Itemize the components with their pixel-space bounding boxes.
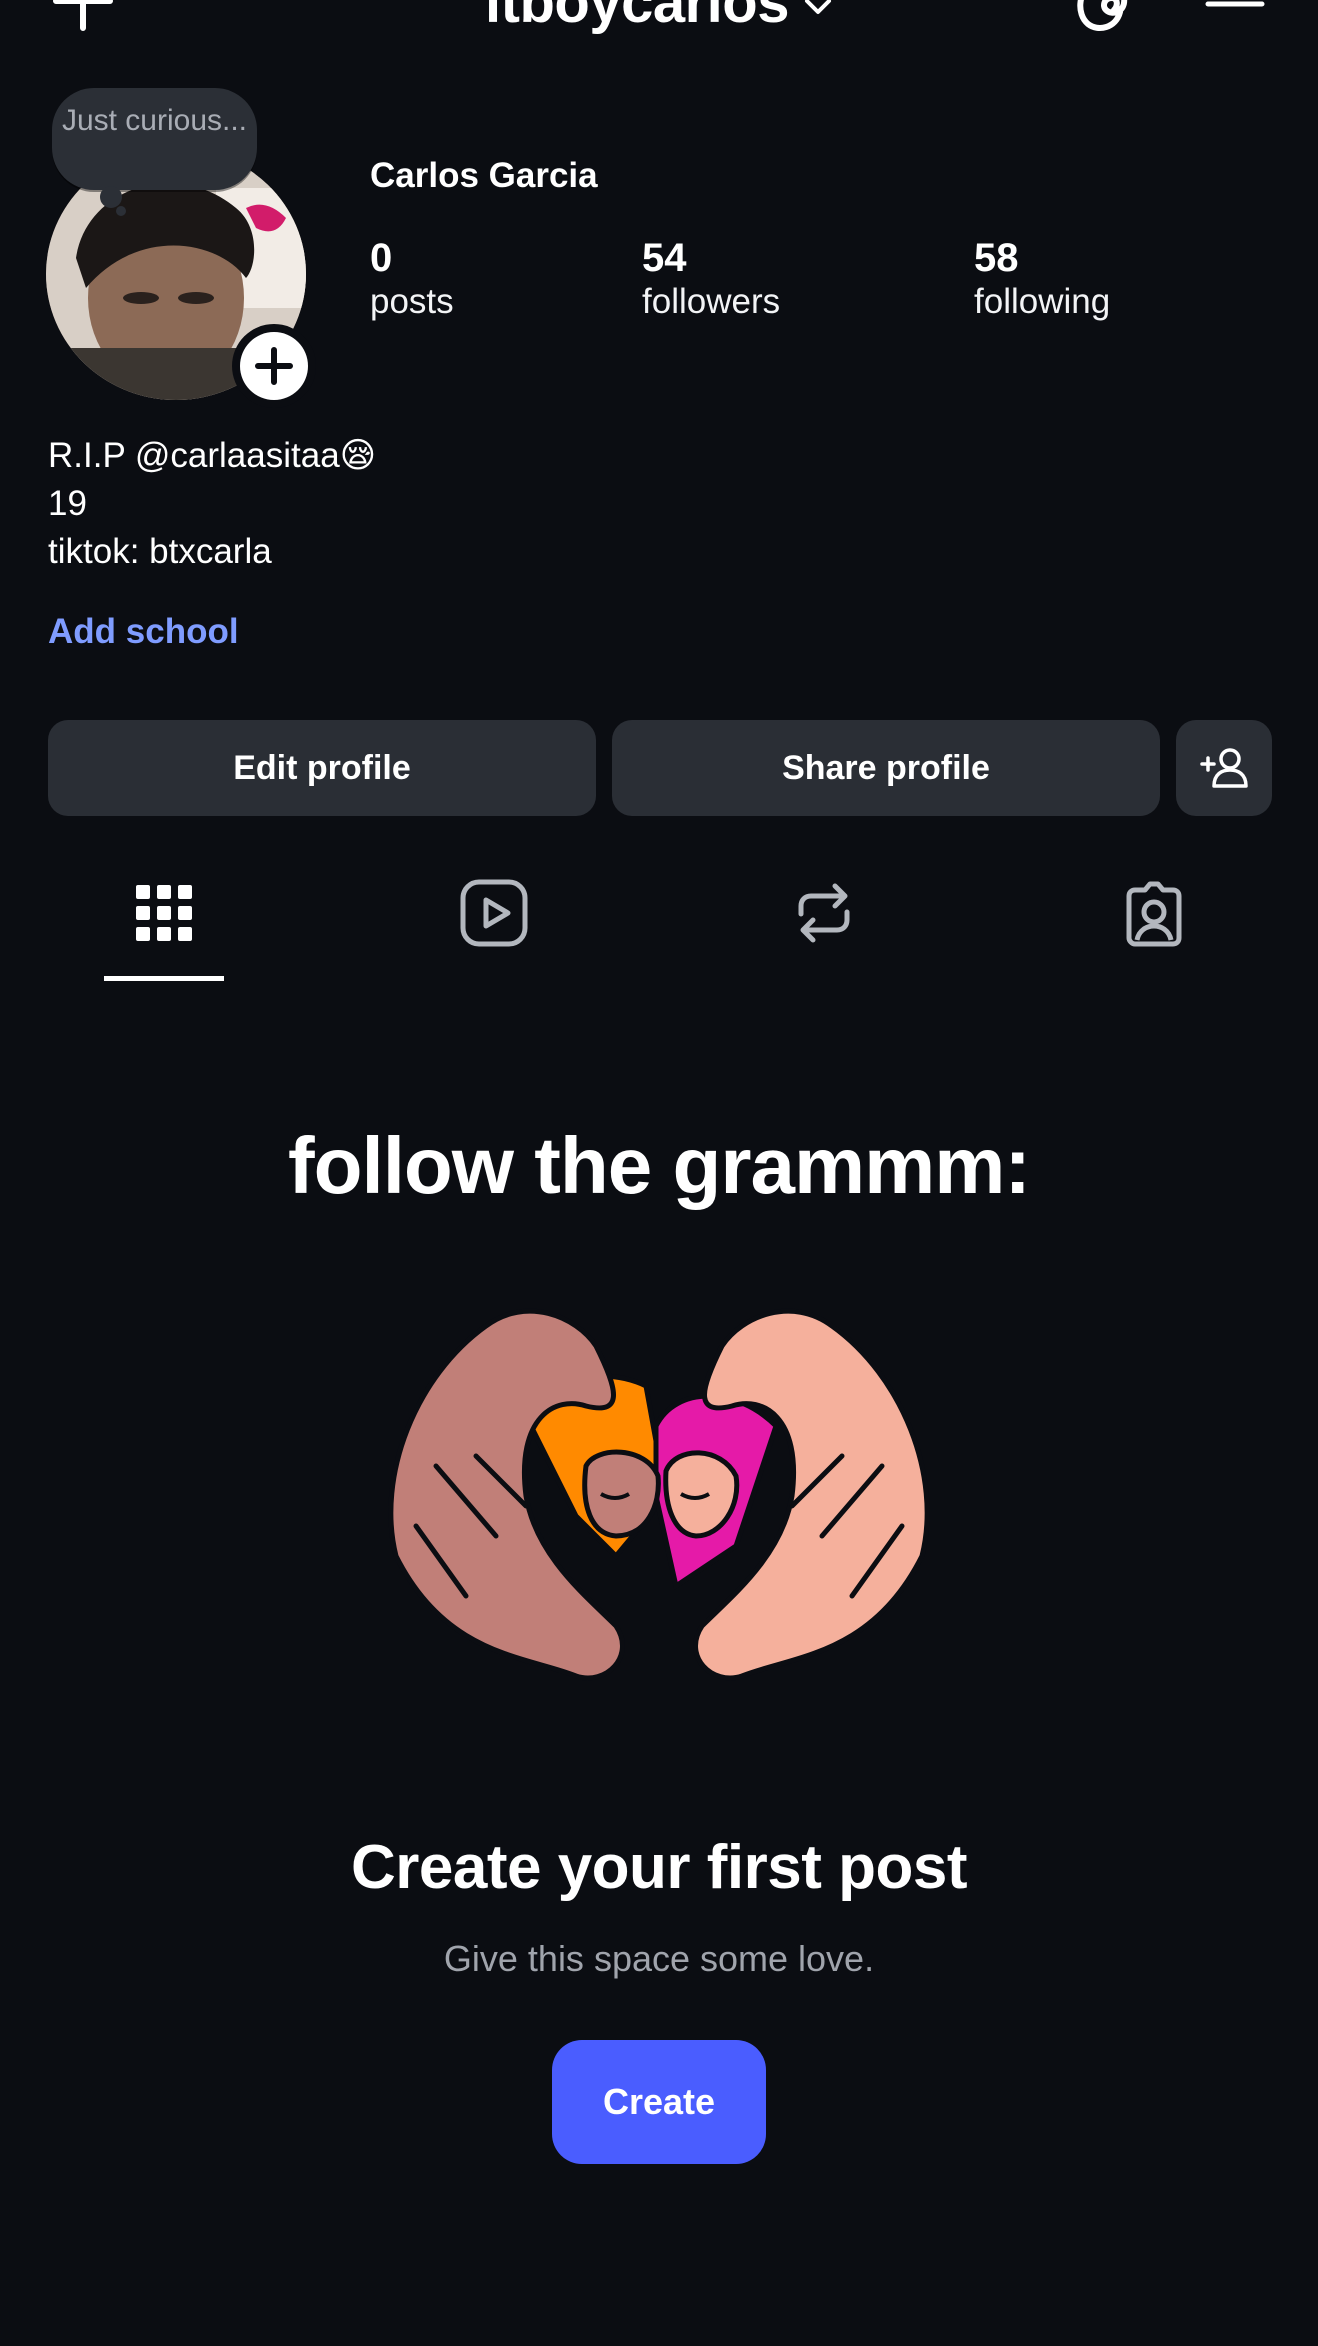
- stat-label: following: [974, 282, 1111, 321]
- empty-state-subtitle: Give this space some love.: [443, 1938, 875, 1979]
- profile-page: itboycarlos Just curious... Carlos Garci…: [0, 0, 1318, 2346]
- bio-line: 19: [48, 484, 87, 523]
- reels-icon[interactable]: [459, 878, 529, 948]
- note-text: Just curious...: [61, 104, 248, 137]
- stat-value: 54: [642, 236, 687, 280]
- empty-state-banner: follow the grammm:: [287, 1121, 1031, 1210]
- top-bar: itboycarlos: [0, 0, 1318, 60]
- add-story-button[interactable]: [232, 324, 316, 408]
- stat-value: 58: [974, 236, 1019, 280]
- stat-followers[interactable]: 54 followers: [642, 236, 780, 324]
- stat-label: posts: [370, 282, 454, 321]
- chevron-down-icon: [804, 0, 831, 14]
- edit-profile-button[interactable]: Edit profile: [48, 720, 596, 816]
- threads-icon[interactable]: [1068, 0, 1132, 36]
- bio: R.I.P @carlaasitaa😪 19 tiktok: btxcarla: [48, 432, 376, 576]
- empty-state-title: Create your first post: [350, 1833, 968, 1902]
- bio-line: tiktok: btxcarla: [48, 532, 272, 571]
- create-button[interactable]: Create: [552, 2040, 766, 2164]
- reposts-icon[interactable]: [789, 878, 859, 948]
- hamburger-menu-icon[interactable]: [1204, 0, 1266, 30]
- add-school-link[interactable]: Add school: [48, 612, 239, 652]
- bio-line: R.I.P @carlaasitaa😪: [48, 436, 377, 475]
- full-name: Carlos Garcia: [370, 156, 598, 195]
- stat-following[interactable]: 58 following: [974, 236, 1110, 324]
- share-profile-button[interactable]: Share profile: [612, 720, 1160, 816]
- tagged-icon[interactable]: [1119, 878, 1189, 948]
- username: itboycarlos: [485, 0, 789, 35]
- grid-icon[interactable]: [129, 878, 199, 948]
- stat-value: 0: [370, 236, 393, 280]
- plus-icon: [255, 347, 293, 385]
- active-tab-indicator: [104, 976, 224, 981]
- heart-hands-illustration: [388, 1308, 930, 1681]
- add-person-icon: [1200, 748, 1248, 788]
- note-bubble[interactable]: Just curious...: [52, 88, 257, 216]
- stat-posts[interactable]: 0 posts: [370, 236, 454, 324]
- discover-people-button[interactable]: [1176, 720, 1272, 816]
- stat-label: followers: [642, 282, 781, 321]
